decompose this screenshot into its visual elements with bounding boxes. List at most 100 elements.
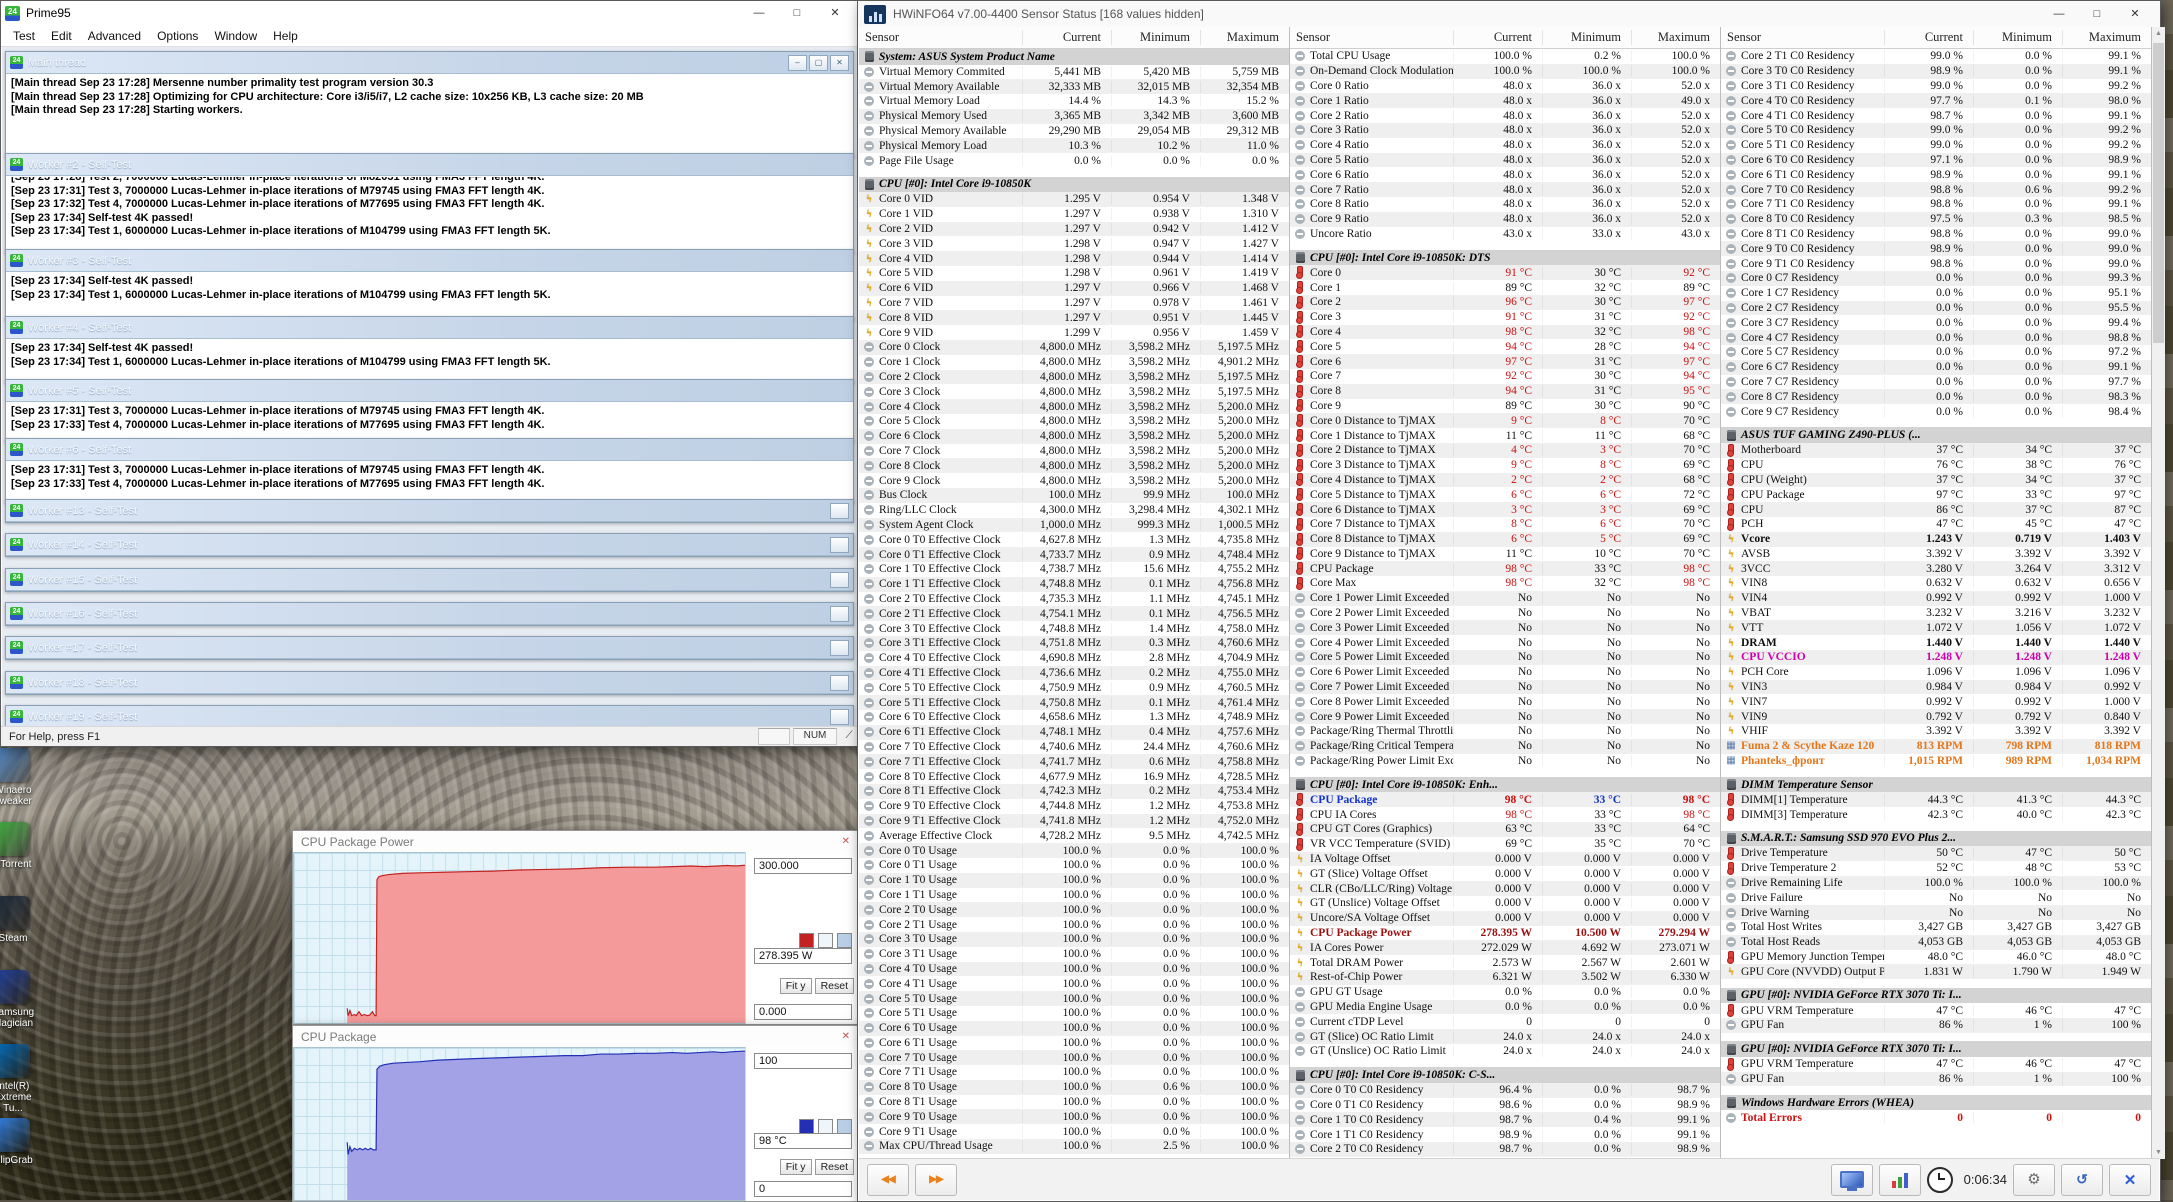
sensor-row[interactable]: Core 894 °C31 °C95 °C bbox=[1290, 384, 1720, 399]
sensor-row[interactable]: ϟTotal DRAM Power2.573 W2.567 W2.601 W bbox=[1290, 955, 1720, 970]
close-button[interactable]: ✕ bbox=[816, 3, 854, 23]
worker-window-titlebar[interactable]: 24Worker #3 - Self-Test bbox=[6, 250, 853, 272]
sensor-row[interactable]: Total Errors000 bbox=[1721, 1110, 2151, 1125]
sensor-row[interactable]: Virtual Memory Load14.4 %14.3 %15.2 % bbox=[859, 94, 1289, 109]
sensor-row[interactable]: Core 3 Distance to TjMAX9 °C8 °C69 °C bbox=[1290, 458, 1720, 473]
fit-y-button[interactable]: Fit y bbox=[780, 1159, 812, 1175]
sensor-row[interactable]: Core 7 Ratio48.0 x36.0 x52.0 x bbox=[1290, 182, 1720, 197]
sensor-row[interactable]: Core 594 °C28 °C94 °C bbox=[1290, 339, 1720, 354]
sensor-row[interactable]: ϟIA Voltage Offset0.000 V0.000 V0.000 V bbox=[1290, 852, 1720, 867]
sensor-row[interactable]: ϟCore 8 VID1.297 V0.951 V1.445 V bbox=[859, 310, 1289, 325]
sensor-row[interactable]: Core 7 T0 Usage100.0 %0.0 %100.0 % bbox=[859, 1050, 1289, 1065]
close-button[interactable]: ✕ bbox=[2116, 4, 2154, 24]
sensor-row[interactable]: Core 1 T1 C0 Residency98.9 %0.0 %99.1 % bbox=[1290, 1127, 1720, 1142]
sensor-row[interactable]: Core 3 T1 Effective Clock4,751.8 MHz0.3 … bbox=[859, 636, 1289, 651]
sensor-row[interactable]: Core 091 °C30 °C92 °C bbox=[1290, 265, 1720, 280]
desktop-icon-steam[interactable]: Steam bbox=[0, 896, 42, 944]
menu-item-help[interactable]: Help bbox=[265, 29, 306, 43]
sensor-row[interactable]: Core 4 Clock4,800.0 MHz3,598.2 MHz5,200.… bbox=[859, 399, 1289, 414]
sensor-row[interactable]: On-Demand Clock Modulation100.0 %100.0 %… bbox=[1290, 64, 1720, 79]
sensor-row[interactable]: Core 296 °C30 °C97 °C bbox=[1290, 295, 1720, 310]
graph-min-field[interactable]: 0 bbox=[754, 1181, 852, 1197]
sensor-row[interactable]: Core 6 T1 Usage100.0 %0.0 %100.0 % bbox=[859, 1036, 1289, 1051]
restore-button[interactable] bbox=[830, 606, 849, 622]
sensor-row[interactable]: Core 5 Clock4,800.0 MHz3,598.2 MHz5,200.… bbox=[859, 414, 1289, 429]
minimize-button[interactable]: – bbox=[788, 55, 807, 71]
sensor-row[interactable]: ϟGPU Core (NVVDD) Output Power1.831 W1.7… bbox=[1721, 964, 2151, 979]
sensor-row[interactable]: Core 5 T1 Effective Clock4,750.8 MHz0.1 … bbox=[859, 695, 1289, 710]
sensor-row[interactable]: ϟGT (Unslice) Voltage Offset0.000 V0.000… bbox=[1290, 896, 1720, 911]
sensor-row[interactable]: Core 3 T0 Usage100.0 %0.0 %100.0 % bbox=[859, 932, 1289, 947]
sensor-row[interactable]: CPU Package98 °C33 °C98 °C bbox=[1290, 561, 1720, 576]
worker-window-titlebar[interactable]: 24Worker #4 - Self-Test bbox=[6, 317, 853, 339]
sensor-row[interactable]: Core 8 Ratio48.0 x36.0 x52.0 x bbox=[1290, 197, 1720, 212]
sensor-row[interactable]: Max CPU/Thread Usage100.0 %2.5 %100.0 % bbox=[859, 1139, 1289, 1154]
exit-button[interactable]: ✕ bbox=[2109, 1164, 2151, 1196]
sensor-row[interactable]: Drive WarningNoNoNo bbox=[1721, 905, 2151, 920]
sensor-row[interactable]: ϟVIN80.632 V0.632 V0.656 V bbox=[1721, 576, 2151, 591]
sensor-row[interactable]: Core 7 T1 C0 Residency98.8 %0.0 %99.1 % bbox=[1721, 197, 2151, 212]
worker-window-titlebar[interactable]: 24Worker #19 - Self-Test bbox=[6, 706, 853, 727]
sensor-row[interactable]: Drive FailureNoNoNo bbox=[1721, 890, 2151, 905]
sensor-row[interactable]: Core 1 T0 Usage100.0 %0.0 %100.0 % bbox=[859, 873, 1289, 888]
sensor-row[interactable]: Core 4 T0 Usage100.0 %0.0 %100.0 % bbox=[859, 962, 1289, 977]
sensor-row[interactable]: ϟVcore1.243 V0.719 V1.403 V bbox=[1721, 532, 2151, 547]
sensor-row[interactable]: Core 8 T0 C0 Residency97.5 %0.3 %98.5 % bbox=[1721, 212, 2151, 227]
maximize-button[interactable]: □ bbox=[778, 3, 816, 23]
sensor-row[interactable]: Core 2 C7 Residency0.0 %0.0 %95.5 % bbox=[1721, 301, 2151, 316]
sensor-row[interactable]: ϟCore 2 VID1.297 V0.942 V1.412 V bbox=[859, 222, 1289, 237]
worker-window-titlebar[interactable]: 24Worker #5 - Self-Test bbox=[6, 380, 853, 402]
desktop-icon--torrent[interactable]: µTorrent bbox=[0, 822, 42, 870]
sensor-row[interactable]: Core 4 T0 Effective Clock4,690.8 MHz2.8 … bbox=[859, 651, 1289, 666]
sensor-row[interactable]: Virtual Memory Available32,333 MB32,015 … bbox=[859, 79, 1289, 94]
sensor-row[interactable]: Total Host Writes3,427 GB3,427 GB3,427 G… bbox=[1721, 920, 2151, 935]
desktop-icon-winaero-tweaker[interactable]: Winaero Tweaker bbox=[0, 748, 42, 807]
sensor-row[interactable]: DIMM[1] Temperature44.3 °C41.3 °C44.3 °C bbox=[1721, 792, 2151, 807]
worker-window-titlebar[interactable]: 24Worker #14 - Self-Test bbox=[6, 534, 853, 556]
vertical-scrollbar[interactable]: ▲ ▼ bbox=[2152, 27, 2165, 1159]
sensor-row[interactable]: Core 3 T0 Effective Clock4,748.8 MHz1.4 … bbox=[859, 621, 1289, 636]
restore-button[interactable] bbox=[830, 503, 849, 519]
sensor-row[interactable]: VR VCC Temperature (SVID)69 °C35 °C70 °C bbox=[1290, 837, 1720, 852]
sensor-row[interactable]: Core 6 T1 C0 Residency98.9 %0.0 %99.1 % bbox=[1721, 167, 2151, 182]
sensor-row[interactable]: Core 1 Distance to TjMAX11 °C11 °C68 °C bbox=[1290, 428, 1720, 443]
sensor-row[interactable]: Physical Memory Load10.3 %10.2 %11.0 % bbox=[859, 138, 1289, 153]
sensor-row[interactable]: ϟCPU VCCIO1.248 V1.248 V1.248 V bbox=[1721, 650, 2151, 665]
sensor-row[interactable]: CPU Package98 °C33 °C98 °C bbox=[1290, 792, 1720, 807]
sensor-row[interactable]: ϟCore 3 VID1.298 V0.947 V1.427 V bbox=[859, 236, 1289, 251]
sensor-row[interactable]: ϟRest-of-Chip Power6.321 W3.502 W6.330 W bbox=[1290, 970, 1720, 985]
sensor-row[interactable]: ▦Phanteks_фронт1,015 RPM989 RPM1,034 RPM bbox=[1721, 754, 2151, 769]
sensor-row[interactable]: Core 5 Ratio48.0 x36.0 x52.0 x bbox=[1290, 153, 1720, 168]
sensor-row[interactable]: Core 6 T0 C0 Residency97.1 %0.0 %98.9 % bbox=[1721, 153, 2151, 168]
sensor-row[interactable]: Ring/LLC Clock4,300.0 MHz3,298.4 MHz4,30… bbox=[859, 503, 1289, 518]
reset-button[interactable]: Reset bbox=[815, 1159, 854, 1175]
desktop-icon-intel-r-extreme-tu-[interactable]: Intel(R) Extreme Tu... bbox=[0, 1044, 42, 1114]
sensor-row[interactable]: Physical Memory Used3,365 MB3,342 MB3,60… bbox=[859, 109, 1289, 124]
menu-item-test[interactable]: Test bbox=[5, 29, 43, 43]
sensor-row[interactable]: Core Max98 °C32 °C98 °C bbox=[1290, 576, 1720, 591]
sensor-row[interactable]: Core 6 T1 Effective Clock4,748.1 MHz0.4 … bbox=[859, 725, 1289, 740]
sensor-row[interactable]: Core 0 T1 C0 Residency98.6 %0.0 %98.9 % bbox=[1290, 1098, 1720, 1113]
sensor-row[interactable]: CPU (Weight)37 °C34 °C37 °C bbox=[1721, 473, 2151, 488]
sensor-row[interactable]: Core 7 Power Limit ExceededNoNoNo bbox=[1290, 680, 1720, 695]
close-button[interactable]: ✕ bbox=[830, 55, 849, 71]
sensor-row[interactable]: Core 4 Ratio48.0 x36.0 x52.0 x bbox=[1290, 138, 1720, 153]
sensor-row[interactable]: ϟVHIF3.392 V3.392 V3.392 V bbox=[1721, 724, 2151, 739]
sensor-row[interactable]: Core 3 Clock4,800.0 MHz3,598.2 MHz5,197.… bbox=[859, 384, 1289, 399]
sensor-row[interactable]: Core 3 Power Limit ExceededNoNoNo bbox=[1290, 620, 1720, 635]
grid-color-swatch[interactable] bbox=[837, 1119, 852, 1134]
background-color-swatch[interactable] bbox=[818, 933, 833, 948]
restore-button[interactable] bbox=[830, 709, 849, 725]
sensor-row[interactable]: Core 9 C7 Residency0.0 %0.0 %98.4 % bbox=[1721, 404, 2151, 419]
sensor-row[interactable]: Current cTDP Level000 bbox=[1290, 1014, 1720, 1029]
columns-back-button[interactable]: ◀◀ bbox=[867, 1164, 909, 1196]
sensor-row[interactable]: Core 189 °C32 °C89 °C bbox=[1290, 280, 1720, 295]
sensor-row[interactable]: Core 9 T0 Usage100.0 %0.0 %100.0 % bbox=[859, 1109, 1289, 1124]
sensor-row[interactable]: ϟPCH Core1.096 V1.096 V1.096 V bbox=[1721, 665, 2151, 680]
sensor-row[interactable]: Core 1 Ratio48.0 x36.0 x49.0 x bbox=[1290, 93, 1720, 108]
sensor-row[interactable]: Core 5 T0 Effective Clock4,750.9 MHz0.9 … bbox=[859, 680, 1289, 695]
sensor-row[interactable]: PCH47 °C45 °C47 °C bbox=[1721, 517, 2151, 532]
sensor-row[interactable]: Drive Temperature 252 °C48 °C53 °C bbox=[1721, 861, 2151, 876]
sensor-row[interactable]: Core 2 Ratio48.0 x36.0 x52.0 x bbox=[1290, 108, 1720, 123]
graph-max-field[interactable]: 300.000 bbox=[754, 858, 852, 874]
